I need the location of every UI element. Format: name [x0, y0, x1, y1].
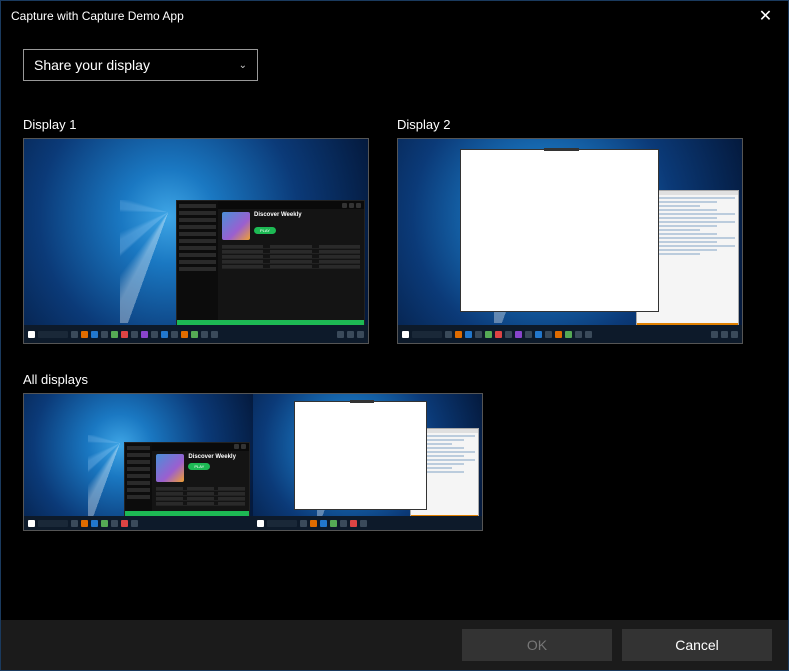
- cancel-button[interactable]: Cancel: [622, 629, 772, 661]
- row-displays: Display 1 Discover Weekly: [23, 117, 766, 344]
- spotify-title: Discover Weekly: [188, 454, 236, 460]
- option-all-displays: All displays Dis: [23, 372, 766, 531]
- ok-button[interactable]: OK: [462, 629, 612, 661]
- preview-display-2: [398, 139, 742, 343]
- tile-all-displays[interactable]: Discover Weekly PLAY: [23, 393, 483, 531]
- taskbar: [24, 516, 253, 530]
- spotify-play-label: PLAY: [254, 227, 276, 234]
- album-art-icon: [156, 454, 184, 482]
- display-2-label: Display 2: [397, 117, 743, 132]
- tile-display-2[interactable]: [397, 138, 743, 344]
- display-1-label: Display 1: [23, 117, 369, 132]
- spotify-play-label: PLAY: [188, 463, 210, 470]
- option-display-1: Display 1 Discover Weekly: [23, 117, 369, 344]
- album-art-icon: [222, 212, 250, 240]
- all-displays-label: All displays: [23, 372, 766, 387]
- search-icon: [412, 331, 442, 338]
- preview-display-1: Discover Weekly PLAY: [24, 139, 368, 343]
- content-area: Share your display ⌄ Display 1: [1, 31, 788, 531]
- taskbar: [24, 325, 368, 343]
- preview-spotify-window: Discover Weekly PLAY: [176, 200, 365, 326]
- search-icon: [38, 331, 68, 338]
- option-display-2: Display 2: [397, 117, 743, 344]
- preview-blank-window: [294, 401, 427, 510]
- preview-all-right: [253, 394, 482, 530]
- preview-all-left: Discover Weekly PLAY: [24, 394, 253, 530]
- share-mode-dropdown[interactable]: Share your display ⌄: [23, 49, 258, 81]
- display-options: Display 1 Discover Weekly: [23, 117, 766, 531]
- start-icon: [402, 331, 409, 338]
- dialog-footer: OK Cancel: [1, 620, 788, 670]
- titlebar: Capture with Capture Demo App ✕: [1, 1, 788, 31]
- preview-spotify-window: Discover Weekly PLAY: [124, 442, 250, 518]
- close-button[interactable]: ✕: [743, 1, 788, 31]
- dropdown-selected-label: Share your display: [34, 57, 150, 73]
- taskbar: [253, 516, 482, 530]
- window-title: Capture with Capture Demo App: [11, 9, 184, 23]
- capture-picker-window: Capture with Capture Demo App ✕ Share yo…: [0, 0, 789, 671]
- spotify-title: Discover Weekly: [254, 212, 302, 218]
- tile-display-1[interactable]: Discover Weekly PLAY: [23, 138, 369, 344]
- preview-blank-window: [460, 149, 660, 312]
- chevron-down-icon: ⌄: [239, 60, 247, 71]
- taskbar: [398, 325, 742, 343]
- start-icon: [28, 331, 35, 338]
- close-icon: ✕: [759, 6, 772, 26]
